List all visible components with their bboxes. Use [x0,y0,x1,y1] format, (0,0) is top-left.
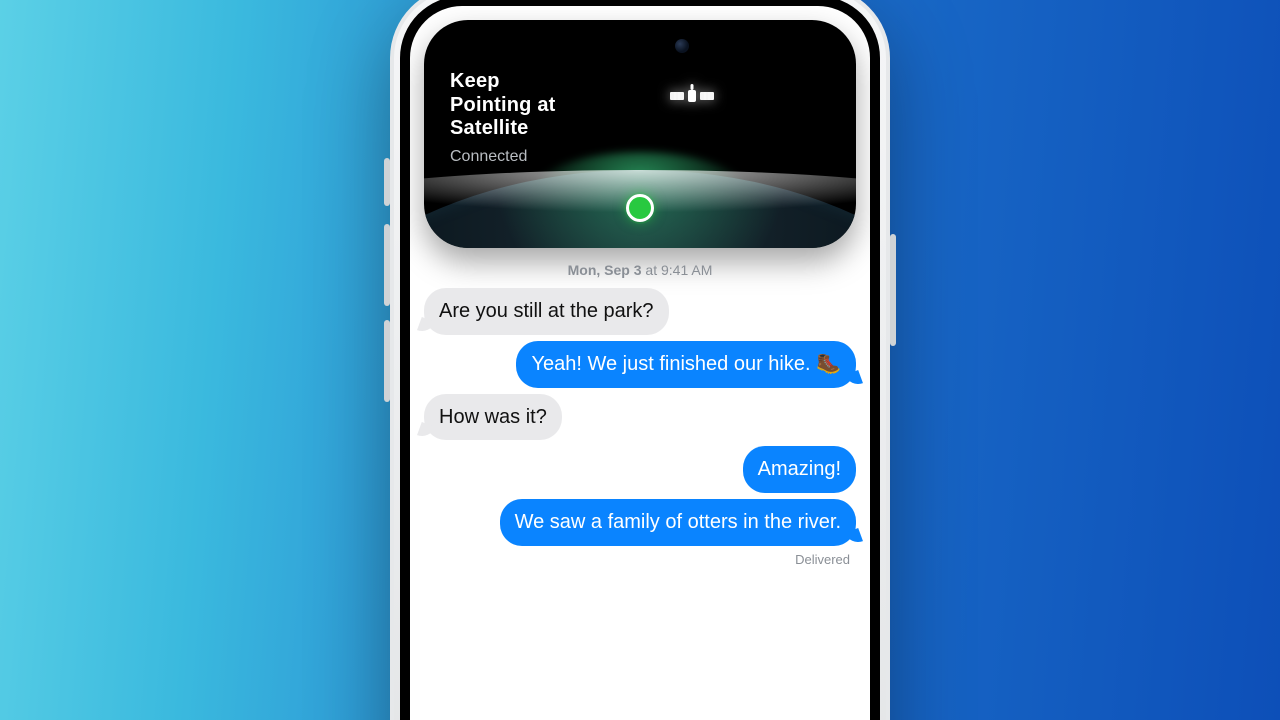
conversation: Mon, Sep 3 at 9:41 AM Are you still at t… [410,258,870,720]
volume-up-button [384,224,390,306]
phone-screen: KeepPointing atSatellite Connected [410,6,870,720]
message-bubble-incoming[interactable]: Are you still at the park? [424,288,669,335]
side-button [890,234,896,346]
iphone-frame: KeepPointing atSatellite Connected [390,0,890,720]
delivered-label: Delivered [424,552,850,567]
satellite-icon [666,82,718,110]
message-bubble-outgoing[interactable]: Amazing! [743,446,856,493]
silent-switch [384,158,390,206]
message-row: How was it? [424,394,856,441]
timestamp: Mon, Sep 3 at 9:41 AM [424,262,856,278]
phone-bezel: KeepPointing atSatellite Connected [400,0,880,720]
volume-down-button [384,320,390,402]
message-row: Yeah! We just finished our hike. 🥾 [424,341,856,388]
message-row: Are you still at the park? [424,288,856,335]
message-bubble-outgoing[interactable]: Yeah! We just finished our hike. 🥾 [516,341,856,388]
satellite-banner[interactable]: KeepPointing atSatellite Connected [424,20,856,248]
promo-stage: KeepPointing atSatellite Connected [0,0,1280,720]
location-dot-icon [626,194,654,222]
timestamp-time: at 9:41 AM [642,262,713,278]
message-bubble-incoming[interactable]: How was it? [424,394,562,441]
message-row: Amazing! [424,446,856,493]
message-bubble-outgoing[interactable]: We saw a family of otters in the river. [500,499,856,546]
message-row: We saw a family of otters in the river. [424,499,856,546]
timestamp-date: Mon, Sep 3 [568,262,642,278]
banner-title: KeepPointing atSatellite [450,70,556,141]
dynamic-island [581,30,699,62]
banner-status: Connected [450,148,527,166]
